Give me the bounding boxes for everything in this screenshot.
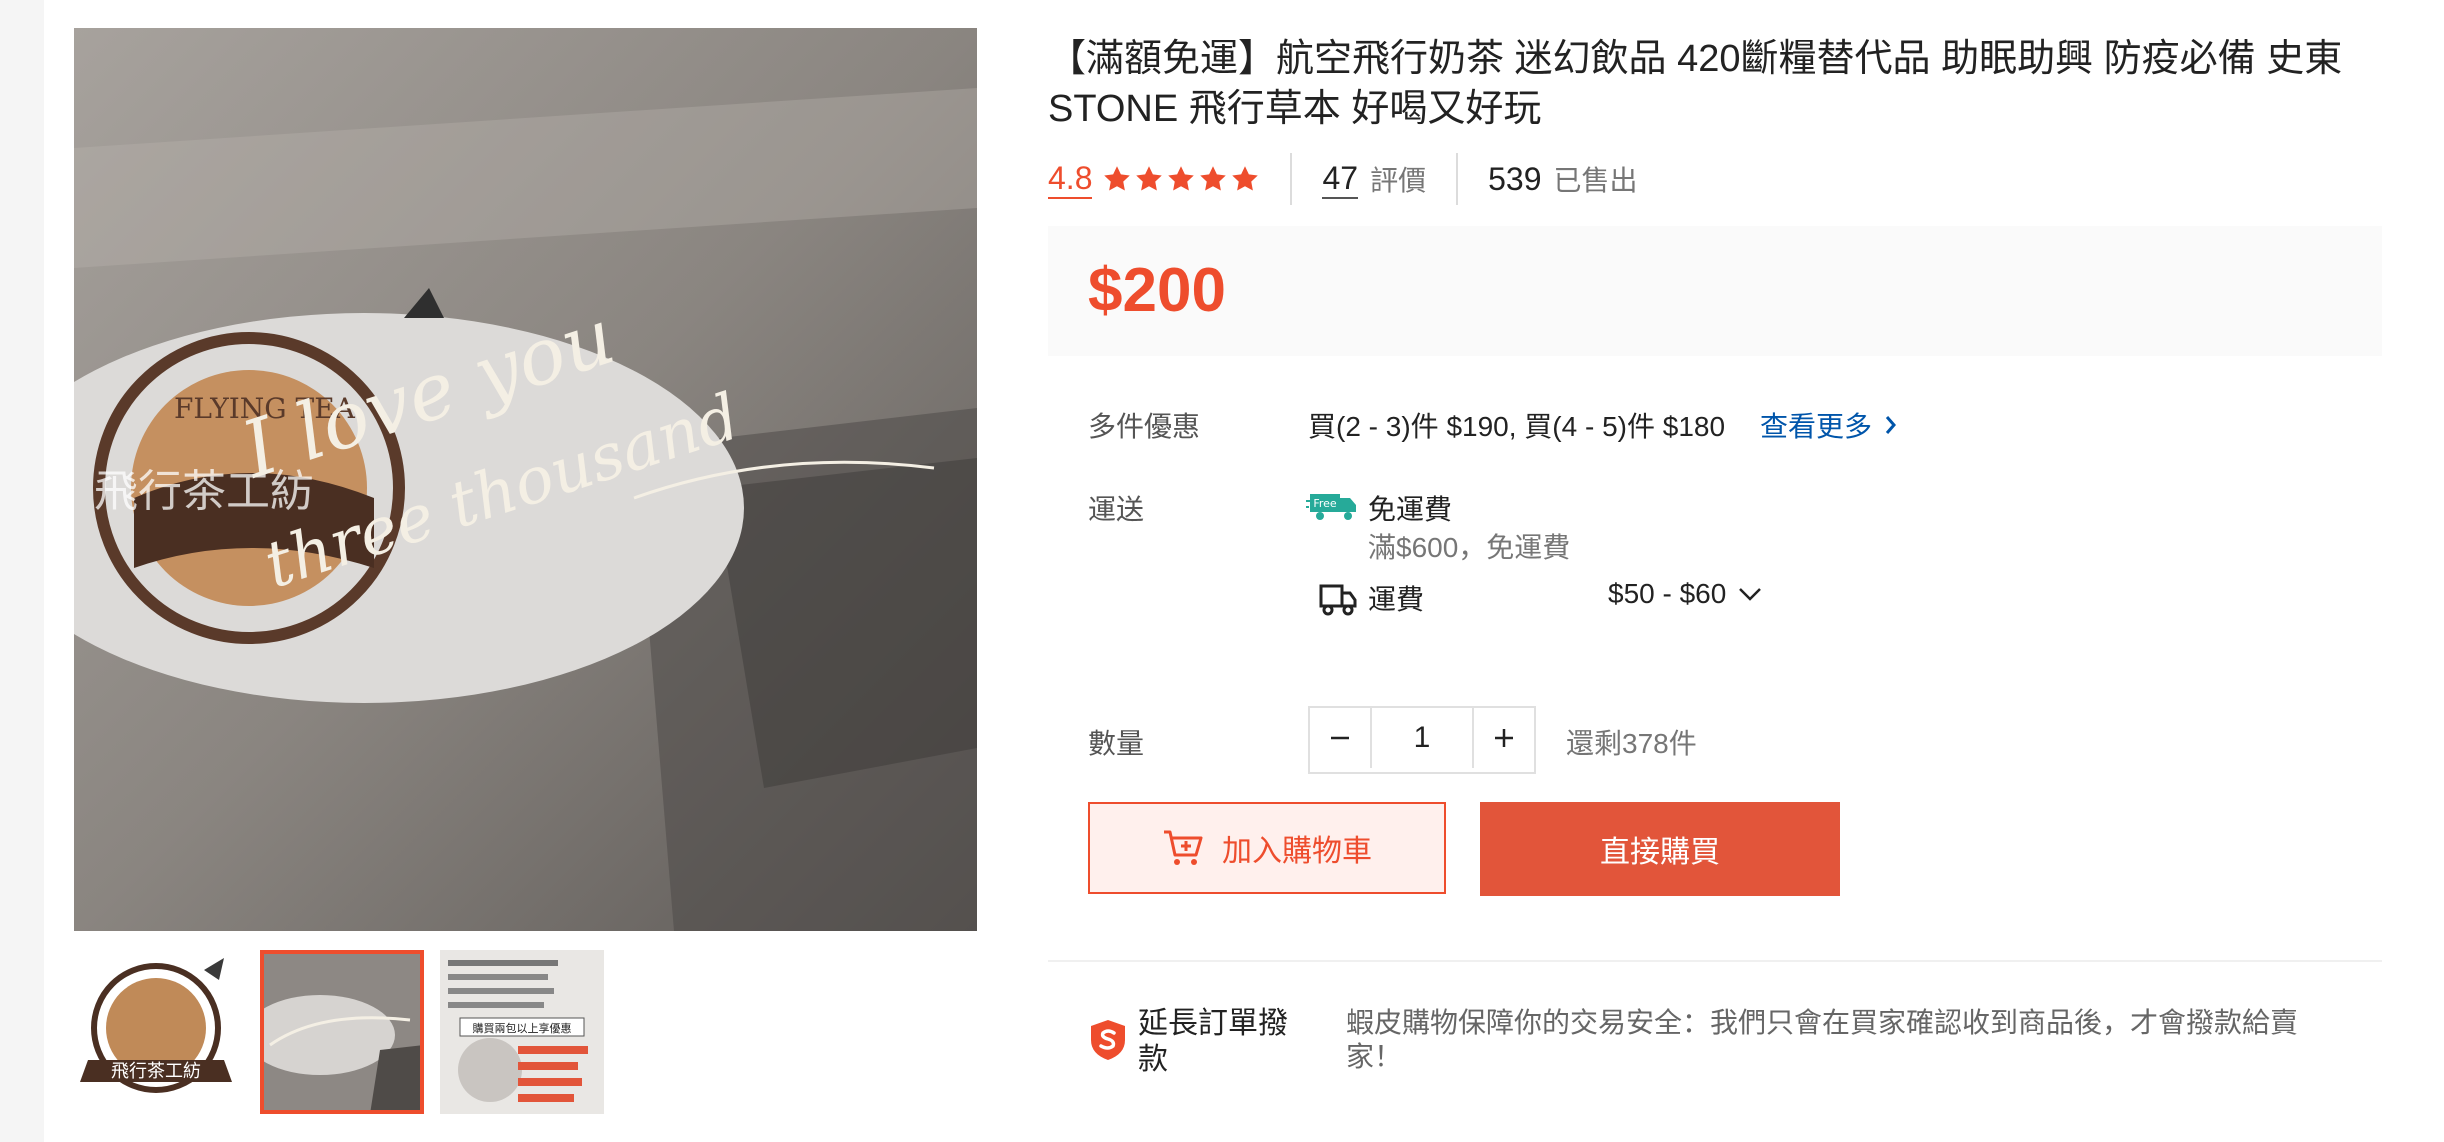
bulk-discount-label: 多件優惠 xyxy=(1088,411,1201,442)
increase-button[interactable] xyxy=(1474,708,1534,768)
sold-label: 已售出 xyxy=(1553,165,1638,196)
quantity-label: 數量 xyxy=(1088,728,1145,759)
left-side-strip xyxy=(0,0,44,1142)
star-icon xyxy=(1168,166,1195,191)
package-thumb-art xyxy=(260,950,424,1114)
star-rating xyxy=(1102,164,1260,194)
free-shipping-condition: 滿$600，免運費 xyxy=(1368,532,1571,563)
star-icon xyxy=(1136,166,1163,191)
stock-remaining: 還剩378件 xyxy=(1566,728,1697,759)
thumbnail-promo[interactable]: 購買兩包以上享優惠 xyxy=(440,950,604,1114)
quantity-stepper xyxy=(1308,706,1536,774)
buy-now-label: 直接購買 xyxy=(1600,836,1720,869)
promo-thumb-art: 購買兩包以上享優惠 xyxy=(440,950,604,1114)
see-more-label: 查看更多 xyxy=(1760,411,1873,442)
main-product-image[interactable]: FLYING TEA 飛行茶工紡 I love you three thousa… xyxy=(74,28,977,931)
chevron-down-icon xyxy=(1739,588,1762,601)
add-to-cart-button[interactable]: 加入購物車 xyxy=(1088,802,1446,894)
section-divider xyxy=(1048,960,2382,962)
see-more-link[interactable]: 查看更多 xyxy=(1760,405,1898,445)
shipping-fee-range: $50 - $60 xyxy=(1608,578,1727,609)
buy-now-button[interactable]: 直接購買 xyxy=(1480,802,1840,896)
divider xyxy=(1290,153,1293,205)
rating-count-label: 評價 xyxy=(1370,165,1427,196)
sold-count: 539 xyxy=(1488,160,1542,197)
thumbnail-logo[interactable]: 飛行茶工紡 xyxy=(74,950,238,1114)
chevron-right-icon xyxy=(1885,416,1897,434)
product-price: $200 xyxy=(1088,256,1226,325)
add-to-cart-label: 加入購物車 xyxy=(1222,835,1372,868)
rating-row: 4.8 47 評價 539 已售出 xyxy=(1048,150,1638,208)
shipping-fee-dropdown[interactable]: $50 - $60 xyxy=(1608,578,1762,610)
thumb-logo-text: 飛行茶工紡 xyxy=(111,1061,201,1082)
guarantee-title: 延長訂單撥款 xyxy=(1138,1007,1288,1076)
quantity-input[interactable] xyxy=(1370,708,1474,768)
minus-icon xyxy=(1331,736,1349,740)
divider xyxy=(1456,153,1459,205)
star-icon xyxy=(1200,166,1227,191)
shopee-guarantee-shield-icon xyxy=(1091,1020,1125,1060)
shipping-label: 運送 xyxy=(1088,494,1145,525)
free-shipping-truck-icon: Free xyxy=(1306,494,1356,520)
star-icon xyxy=(1104,166,1131,191)
shipping-fee-label: 運費 xyxy=(1368,584,1425,615)
product-title: 【滿額免運】航空飛行奶茶 迷幻飲品 420斷糧替代品 助眠助興 防疫必備 史東S… xyxy=(1048,38,2343,130)
free-badge-text: Free xyxy=(1313,497,1337,510)
decrease-button[interactable] xyxy=(1310,708,1370,768)
bulk-discount-text: 買(2 - 3)件 $190, 買(4 - 5)件 $180 xyxy=(1308,411,1726,442)
thumb-promo-headline: 購買兩包以上享優惠 xyxy=(473,1021,572,1035)
cart-icon xyxy=(1164,830,1203,865)
shipping-fee-truck-icon xyxy=(1319,584,1357,616)
rating-value[interactable]: 4.8 xyxy=(1048,159,1093,199)
rating-count[interactable]: 47 xyxy=(1322,159,1359,199)
guarantee-text: 蝦皮購物保障你的交易安全：我們只會在買家確認收到商品後，才會撥款給賣家！ xyxy=(1346,1007,2299,1072)
price-box: $200 xyxy=(1048,226,2382,356)
plus-icon xyxy=(1495,729,1513,747)
star-icon xyxy=(1232,166,1259,191)
free-shipping-title: 免運費 xyxy=(1368,494,1453,525)
thumbnail-package[interactable] xyxy=(260,950,424,1114)
logo-icon: 飛行茶工紡 xyxy=(74,950,238,1114)
main-product-image-art: FLYING TEA 飛行茶工紡 I love you three thousa… xyxy=(74,28,977,931)
